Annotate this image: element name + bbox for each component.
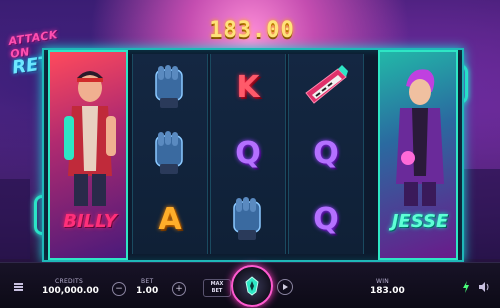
win-banner: 183.00 bbox=[209, 18, 295, 43]
character-name-billy: BILLY bbox=[63, 211, 117, 232]
symbol-Q: Q bbox=[235, 135, 261, 171]
character-billy: BILLY bbox=[48, 50, 128, 260]
keytar-icon bbox=[305, 65, 348, 104]
spin-button[interactable] bbox=[231, 265, 273, 307]
max-bet-label-1: MAX bbox=[210, 281, 224, 287]
play-icon bbox=[283, 284, 288, 290]
symbol-A: A bbox=[158, 201, 182, 237]
bet-increase-button[interactable]: + bbox=[172, 282, 186, 296]
max-bet-label-2: BET bbox=[211, 288, 223, 294]
reel-symbol: Q bbox=[211, 120, 285, 186]
symbol-K: K bbox=[236, 69, 260, 105]
reel-column-3: K Q bbox=[210, 54, 286, 254]
bet-label: BET bbox=[141, 278, 154, 285]
symbol-Q: Q bbox=[313, 135, 339, 171]
reel-column-2: A bbox=[132, 54, 208, 254]
jesse-figure-icon bbox=[396, 69, 444, 206]
character-jesse: JESSE bbox=[378, 50, 458, 260]
win-label: WIN bbox=[376, 278, 390, 285]
billy-figure-icon bbox=[64, 71, 116, 206]
reel-symbol: K bbox=[211, 54, 285, 120]
sound-icon[interactable] bbox=[478, 281, 490, 293]
reel-symbol bbox=[289, 54, 363, 120]
reel-symbol bbox=[133, 54, 207, 120]
reel-symbol: A bbox=[133, 186, 207, 252]
win-value: 183.00 bbox=[370, 286, 405, 296]
reel-column-4: Q Q bbox=[288, 54, 364, 254]
reel-symbol: Q bbox=[289, 120, 363, 186]
autoplay-button[interactable] bbox=[277, 279, 293, 295]
menu-icon[interactable] bbox=[14, 283, 23, 291]
credits-label: CREDITS bbox=[55, 278, 84, 285]
glove-icon bbox=[233, 197, 261, 240]
credits-value: 100,000.00 bbox=[42, 286, 99, 296]
glove-icon bbox=[155, 65, 183, 108]
symbol-Q: Q bbox=[313, 201, 339, 237]
bet-value: 1.00 bbox=[136, 286, 159, 296]
bet-decrease-button[interactable]: − bbox=[112, 282, 126, 296]
reel-symbol bbox=[211, 186, 285, 252]
turbo-icon[interactable] bbox=[462, 281, 470, 293]
reel-symbol: Q bbox=[289, 186, 363, 252]
reel-symbol bbox=[133, 120, 207, 186]
glove-icon bbox=[155, 131, 183, 174]
character-name-jesse: JESSE bbox=[391, 211, 449, 232]
reel-area: BILLY A K Q Q Q JESSE bbox=[42, 48, 464, 262]
spin-icon bbox=[245, 276, 259, 296]
max-bet-button[interactable]: MAX BET bbox=[203, 279, 231, 297]
